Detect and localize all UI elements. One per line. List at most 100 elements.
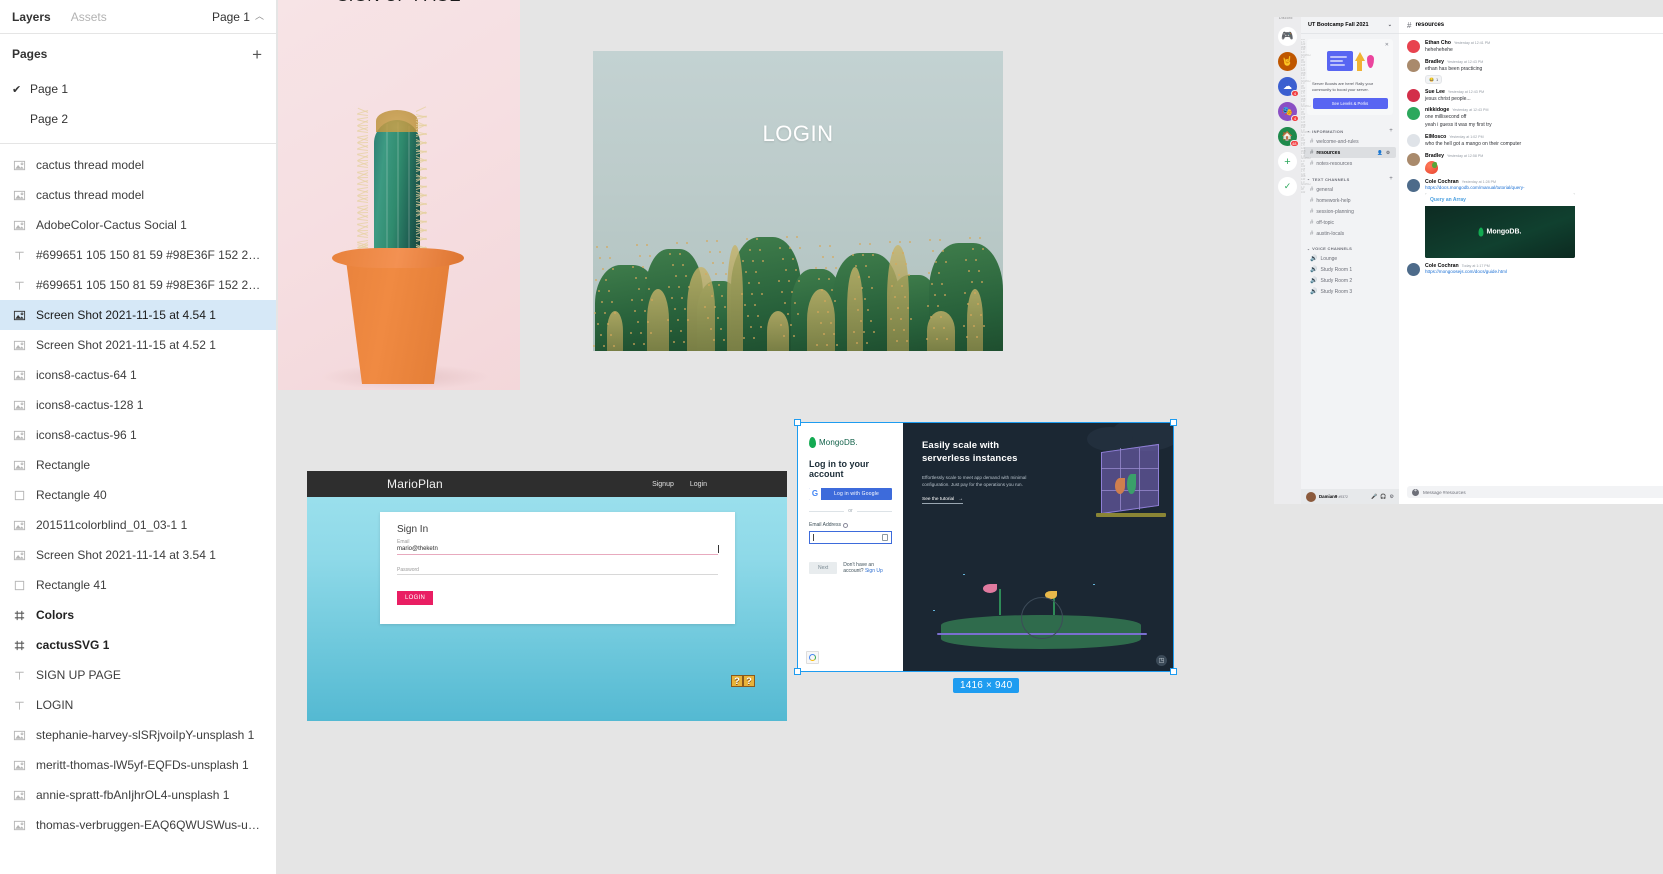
channel-welcome-and-rules[interactable]: # welcome-and-rules	[1304, 136, 1396, 147]
channel-austin-locals[interactable]: # austin-locals	[1304, 228, 1396, 239]
link-embed[interactable]: Query an Array MongoDB.	[1425, 192, 1575, 258]
user-controls[interactable]: 🎤 🎧 ⚙	[1371, 494, 1394, 500]
layer-row[interactable]: Rectangle 41	[0, 570, 276, 600]
layer-row[interactable]: Colors	[0, 600, 276, 630]
sign-up-link[interactable]: Sign Up	[865, 568, 883, 574]
artboard-login[interactable]: LOGIN	[593, 51, 1003, 351]
message-link[interactable]: https://mongoosejs.com/docs/guide.html	[1425, 269, 1663, 274]
layer-row[interactable]: Screen Shot 2021-11-14 at 3.54 1	[0, 540, 276, 570]
layer-row[interactable]: Rectangle 40	[0, 480, 276, 510]
page-item-1[interactable]: ✔ Page 1	[0, 74, 276, 104]
chat-fab-button[interactable]: ◳	[1156, 655, 1167, 666]
artboard-discord-screenshot[interactable]: Discord 🎮 🤘 ☁ 4 🎭 4 🏠 48 + ✓ UT Bootcamp Fall 202…	[1274, 17, 1663, 504]
next-button[interactable]: Next	[809, 562, 838, 574]
layer-row[interactable]: thomas-verbruggen-EAQ6QWUSWus-unsplas	[0, 810, 276, 840]
nav-signup[interactable]: Signup	[652, 481, 674, 488]
layer-row[interactable]: Screen Shot 2021-11-15 at 4.52 1	[0, 330, 276, 360]
avatar[interactable]	[1407, 262, 1420, 276]
channel-lounge[interactable]: 🔊 Lounge	[1304, 253, 1396, 264]
channel-general[interactable]: # general	[1304, 184, 1396, 195]
artboard-marioplan[interactable]: MarioPlan Signup Login Sign In Email mar…	[307, 471, 787, 721]
email-input[interactable]: mario@theketn	[397, 545, 719, 553]
channel-resources[interactable]: # resources 👤 ⚙	[1304, 147, 1396, 158]
layer-row[interactable]: #699651 105 150 81 59 #98E36F 152 227 11…	[0, 240, 276, 270]
message-author[interactable]: Ethan Cho	[1425, 40, 1451, 46]
gear-icon[interactable]: ⚙	[1386, 150, 1390, 156]
server-icon-ut-longhorns[interactable]: 🤘	[1278, 52, 1297, 71]
avatar[interactable]	[1407, 40, 1420, 53]
avatar[interactable]	[1407, 152, 1420, 166]
tab-layers[interactable]: Layers	[12, 10, 51, 24]
channel-study-room-1[interactable]: 🔊 Study Room 1	[1304, 264, 1396, 275]
password-manager-icon[interactable]	[882, 534, 888, 541]
layer-row[interactable]: AdobeColor-Cactus Social 1	[0, 210, 276, 240]
channel-study-room-2[interactable]: 🔊 Study Room 2	[1304, 275, 1396, 286]
channel-off-topic[interactable]: # off-topic	[1304, 217, 1396, 228]
message-author[interactable]: Bradley	[1425, 59, 1444, 65]
design-canvas[interactable]: SIGN UP PAGE LOGIN MarioPlan Signup Logi…	[277, 0, 1663, 874]
message-author[interactable]: Cole Cochran	[1425, 179, 1459, 185]
invite-icon[interactable]: 👤	[1377, 150, 1383, 156]
layer-row[interactable]: icons8-cactus-96 1	[0, 420, 276, 450]
channel-homework-help[interactable]: # homework-help	[1304, 195, 1396, 206]
message-author[interactable]: Cole Cochran	[1425, 263, 1459, 269]
marioplan-login-button[interactable]: LOGIN	[397, 591, 434, 605]
server-icon-cloud-server[interactable]: ☁ 4	[1278, 77, 1299, 97]
discord-server-rail[interactable]: 🎮 🤘 ☁ 4 🎭 4 🏠 48 + ✓	[1274, 17, 1301, 504]
layer-row[interactable]: cactus thread model	[0, 150, 276, 180]
artboard-sign-up-page[interactable]: SIGN UP PAGE	[278, 0, 520, 390]
server-icon-explore-servers[interactable]: ✓	[1278, 177, 1297, 196]
email-address-input[interactable]	[809, 531, 892, 544]
category-text-channels[interactable]: ⌄ TEXT CHANNELS +	[1301, 169, 1399, 184]
plus-icon[interactable]: +	[1412, 488, 1419, 496]
layer-row[interactable]: meritt-thomas-lW5yf-EQFDs-unsplash 1	[0, 750, 276, 780]
channel-session-planning[interactable]: # session-planning	[1304, 206, 1396, 217]
headphones-icon[interactable]: 🎧	[1380, 494, 1386, 500]
nav-login[interactable]: Login	[690, 481, 707, 488]
gear-icon[interactable]: ⚙	[1390, 494, 1394, 500]
layer-row[interactable]: cactusSVG 1	[0, 630, 276, 660]
category-information[interactable]: ⌄ INFORMATION +	[1301, 121, 1399, 136]
channel-study-room-3[interactable]: 🔊 Study Room 3	[1304, 286, 1396, 297]
add-channel-icon[interactable]: +	[1389, 176, 1393, 182]
see-levels-perks-button[interactable]: See Levels & Perks	[1312, 98, 1388, 109]
channel-notes-resources[interactable]: # notes-resources	[1304, 158, 1396, 169]
layer-row[interactable]: annie-spratt-fbAnIjhrOL4-unsplash 1	[0, 780, 276, 810]
avatar[interactable]	[1407, 178, 1420, 192]
layer-row[interactable]: Screen Shot 2021-11-15 at 4.54 1	[0, 300, 276, 330]
microphone-icon[interactable]: 🎤	[1371, 494, 1377, 500]
guild-header[interactable]: UT Bootcamp Fall 2021 ⌄	[1301, 17, 1399, 34]
server-icon-green-server[interactable]: 🏠 48	[1278, 127, 1299, 147]
message-reaction[interactable]: 😂 1	[1425, 74, 1443, 84]
layer-row[interactable]: LOGIN	[0, 690, 276, 720]
message-author[interactable]: Sue Lee	[1425, 89, 1445, 95]
layer-row[interactable]: SIGN UP PAGE	[0, 660, 276, 690]
layer-row[interactable]: stephanie-harvey-slSRjvoiIpY-unsplash 1	[0, 720, 276, 750]
layer-row[interactable]: icons8-cactus-64 1	[0, 360, 276, 390]
avatar[interactable]	[1407, 88, 1420, 102]
server-icon-anime-server[interactable]: 🎭 4	[1278, 102, 1299, 122]
page-item-2[interactable]: Page 2	[0, 104, 276, 134]
message-author[interactable]: nikkidoge	[1425, 107, 1449, 113]
layer-row[interactable]: Rectangle	[0, 450, 276, 480]
layer-row[interactable]: #699651 105 150 81 59 #98E36F 152 227 11…	[0, 270, 276, 300]
category-voice-channels[interactable]: ⌄ VOICE CHANNELS	[1301, 239, 1399, 253]
artboard-mongodb-login[interactable]: MongoDB. Log in to your account G Log in…	[798, 423, 1173, 671]
server-icon-add-server[interactable]: +	[1278, 152, 1297, 171]
message-link[interactable]: https://docs.mongodb.com/manual/tutorial…	[1425, 185, 1663, 190]
add-channel-icon[interactable]: +	[1389, 128, 1393, 134]
help-icon[interactable]	[842, 522, 848, 528]
server-icon-discord-home[interactable]: 🎮	[1278, 27, 1297, 46]
page-selector[interactable]: Page 1 ︿	[212, 10, 264, 24]
tab-assets[interactable]: Assets	[71, 10, 107, 24]
add-page-button[interactable]: +	[250, 46, 264, 63]
layer-row[interactable]: icons8-cactus-128 1	[0, 390, 276, 420]
see-tutorial-link[interactable]: See the tutorial →	[922, 497, 964, 505]
message-author[interactable]: ElMosco	[1425, 134, 1446, 140]
layer-row[interactable]: cactus thread model	[0, 180, 276, 210]
layer-list[interactable]: cactus thread model cactus thread model Ad…	[0, 144, 276, 874]
google-login-button[interactable]: G Log in with Google	[809, 488, 892, 500]
layer-row[interactable]: 201511colorblind_01_03-1 1	[0, 510, 276, 540]
message-input[interactable]: + Message #resources	[1407, 486, 1663, 498]
message-author[interactable]: Bradley	[1425, 153, 1444, 159]
